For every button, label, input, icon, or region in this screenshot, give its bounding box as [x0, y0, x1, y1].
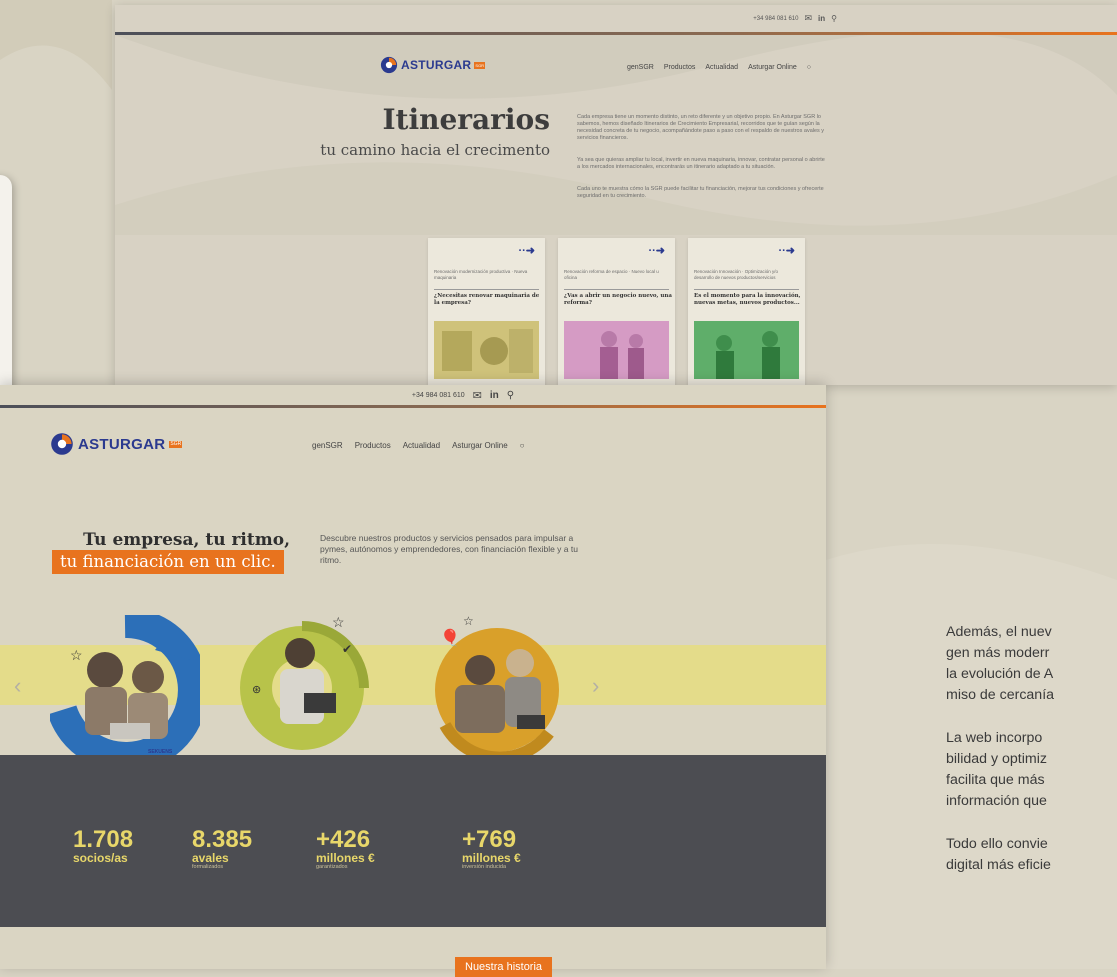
- top-contact-bar: +34 984 081 610 ✉ in ⚲: [0, 385, 826, 405]
- stat-number: +426: [316, 826, 371, 853]
- itinerary-card[interactable]: ··➜ Renovación Innovación · Optimización…: [688, 238, 805, 385]
- stat-number: +769: [462, 826, 517, 853]
- search-icon[interactable]: ○: [520, 441, 525, 450]
- card-divider: [694, 289, 799, 290]
- card-photo-lab: [694, 321, 799, 379]
- card-category: Renovación Innovación · Optimización y/o…: [694, 269, 779, 280]
- card-title: ¿Vas a abrir un negocio nuevo, una refor…: [564, 293, 672, 306]
- svg-text:✔: ✔: [342, 642, 352, 656]
- card-photo-shop: [564, 321, 669, 379]
- mail-icon[interactable]: ✉: [804, 13, 812, 24]
- hero-description: Descubre nuestros productos y servicios …: [320, 533, 578, 565]
- nav-item-actualidad[interactable]: Actualidad: [705, 64, 738, 71]
- card-category: Renovación reforma de espacio · Nuevo lo…: [564, 269, 659, 280]
- nav-item-asturgar-online[interactable]: Asturgar Online: [452, 441, 508, 450]
- hero-headline: Tu empresa, tu ritmo,: [83, 530, 290, 550]
- stat-sublabel: formalizados: [192, 864, 224, 870]
- article-line: miso de cercanía: [946, 687, 1055, 703]
- nuestra-historia-button[interactable]: Nuestra historia: [455, 957, 553, 977]
- phone-number[interactable]: +34 984 081 610: [412, 392, 465, 399]
- svg-text:☆: ☆: [463, 615, 474, 628]
- stat-number: 8.385: [192, 826, 253, 853]
- intro-paragraph-2: Ya sea que quieras ampliar tu local, inv…: [577, 157, 825, 170]
- article-line: gen más moderr: [946, 645, 1050, 661]
- hero-headline-highlight: tu financiación en un clic.: [52, 550, 284, 574]
- location-pin-icon[interactable]: ⚲: [831, 14, 837, 23]
- nav-item-actualidad[interactable]: Actualidad: [403, 441, 440, 450]
- asturgar-logo[interactable]: ASTURGAR SGR: [380, 56, 486, 74]
- article-line: Todo ello convie: [946, 836, 1048, 852]
- logo-text: ASTURGAR: [78, 435, 166, 453]
- arrow-right-icon[interactable]: ··➜: [648, 244, 665, 257]
- search-icon[interactable]: ○: [807, 64, 811, 71]
- article-line: La web incorpo: [946, 730, 1043, 746]
- location-pin-icon[interactable]: ⚲: [507, 390, 514, 401]
- logo-text: ASTURGAR: [401, 58, 472, 72]
- logo-mark-icon: [380, 56, 398, 74]
- svg-text:☆: ☆: [332, 614, 345, 630]
- home-page-mockup: +34 984 081 610 ✉ in ⚲ ASTURGAR SGR genS…: [0, 385, 826, 969]
- top-contact-bar: +34 984 081 610 ✉ in ⚲: [115, 5, 1117, 32]
- article-line: la evolución de A: [946, 666, 1054, 682]
- stat-label: millones €: [316, 851, 375, 865]
- hero-subtitle: tu camino hacia el crecimento: [320, 141, 550, 159]
- card-photo-machinery: [434, 321, 539, 379]
- stat-avales: 8.385 avales formalizados: [192, 828, 252, 871]
- article-line: Además, el nuev: [946, 624, 1052, 640]
- header-divider: [115, 32, 1117, 35]
- logo-mark-icon: [51, 433, 73, 455]
- carousel-slide-team-meeting[interactable]: 🎈 ☆: [425, 615, 565, 765]
- chevron-left-icon[interactable]: ‹: [14, 673, 21, 699]
- arrow-right-icon[interactable]: ··➜: [518, 244, 535, 257]
- stat-sublabel: inversión inducida: [462, 864, 507, 870]
- stat-garantizados: +426 millones € garantizados: [316, 828, 375, 871]
- article-line: bilidad y optimiz: [946, 751, 1047, 767]
- article-line: digital más eficie: [946, 857, 1051, 873]
- stat-inversion: +769 millones € inversión inducida: [462, 828, 521, 871]
- stats-band: 1.708 socios/as 8.385 avales formalizado…: [0, 755, 826, 927]
- phone-number[interactable]: +34 984 081 610: [753, 16, 798, 22]
- svg-text:☆: ☆: [70, 647, 83, 663]
- logo-badge: SGR: [474, 61, 486, 69]
- linkedin-icon[interactable]: in: [818, 14, 825, 23]
- stat-number: 1.708: [73, 826, 134, 853]
- nav-item-gensgr[interactable]: genSGR: [312, 441, 343, 450]
- intro-paragraph: Cada empresa tiene un momento distinto, …: [577, 114, 825, 141]
- svg-text:⊛: ⊛: [252, 684, 261, 696]
- intro-paragraph-3: Cada uno te muestra cómo la SGR puede fa…: [577, 186, 824, 199]
- mail-icon[interactable]: ✉: [473, 389, 482, 402]
- card-title: Es el momento para la innovación, nuevas…: [694, 293, 801, 306]
- itinerary-card[interactable]: ··➜ Renovación reforma de espacio · Nuev…: [558, 238, 675, 385]
- stat-label: avales: [192, 851, 229, 865]
- card-divider: [564, 289, 669, 290]
- asturgar-logo[interactable]: ASTURGAR SGR: [50, 432, 183, 456]
- card-category: Renovación modernización productiva · Nu…: [434, 269, 528, 280]
- header-divider: [0, 405, 826, 408]
- stat-socios: 1.708 socios/as: [73, 826, 134, 865]
- nav-item-productos[interactable]: Productos: [355, 441, 391, 450]
- nav-item-gensgr[interactable]: genSGR: [627, 64, 654, 71]
- chevron-right-icon[interactable]: ›: [592, 673, 599, 699]
- article-line: facilita que más: [946, 772, 1045, 788]
- svg-text:🎈: 🎈: [440, 628, 460, 647]
- article-line: información que: [946, 793, 1047, 809]
- itinerary-card[interactable]: ··➜ Renovación modernización productiva …: [428, 238, 545, 385]
- stat-label: socios/as: [73, 851, 128, 865]
- stat-label: millones €: [462, 851, 521, 865]
- itinerarios-page-mockup: +34 984 081 610 ✉ in ⚲ ASTURGAR SGR genS…: [115, 5, 1117, 385]
- arrow-right-icon[interactable]: ··➜: [778, 244, 795, 257]
- hero-title: Itinerarios: [382, 103, 550, 136]
- logo-badge: SGR: [169, 440, 183, 448]
- carousel-slide-people-laptop[interactable]: ☆ SEKUENS: [50, 615, 200, 765]
- nav-item-asturgar-online[interactable]: Asturgar Online: [748, 64, 797, 71]
- main-nav: genSGR Productos Actualidad Asturgar Onl…: [312, 441, 525, 450]
- nav-item-productos[interactable]: Productos: [664, 64, 696, 71]
- linkedin-icon[interactable]: in: [490, 390, 499, 401]
- stat-sublabel: garantizados: [316, 864, 348, 870]
- carousel-slide-man-tablet[interactable]: ☆ ✔ ⊛: [232, 613, 372, 763]
- card-divider: [434, 289, 539, 290]
- main-nav: genSGR Productos Actualidad Asturgar Onl…: [627, 64, 811, 71]
- card-title: ¿Necesitas renovar maquinaria de la empr…: [434, 293, 540, 306]
